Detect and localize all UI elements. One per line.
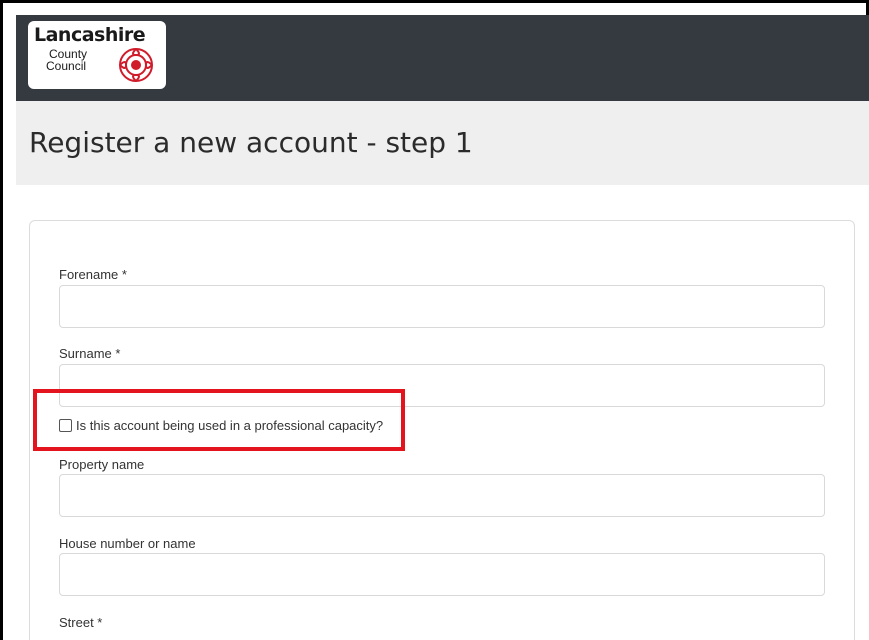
lancashire-logo[interactable]: Lancashire County Council	[28, 21, 166, 89]
logo-line-council: Council	[46, 59, 87, 73]
professional-capacity-row[interactable]: Is this account being used in a professi…	[59, 417, 383, 433]
page: Lancashire County Council Register a new…	[16, 15, 869, 640]
forename-field[interactable]	[59, 285, 825, 328]
registration-form-card: Forename * Surname * Is this account bei…	[29, 220, 855, 640]
forename-label: Forename *	[59, 267, 127, 282]
page-title: Register a new account - step 1	[29, 126, 473, 159]
surname-label: Surname *	[59, 346, 121, 361]
property-name-label: Property name	[59, 457, 145, 472]
top-navbar: Lancashire County Council	[16, 15, 869, 101]
surname-field[interactable]	[59, 364, 825, 407]
property-name-field[interactable]	[59, 474, 825, 517]
professional-capacity-label[interactable]: Is this account being used in a professi…	[76, 418, 383, 433]
page-title-bar: Register a new account - step 1	[16, 101, 869, 185]
professional-capacity-checkbox[interactable]	[59, 418, 72, 432]
logo-title: Lancashire	[34, 24, 146, 46]
red-rose-icon	[119, 48, 153, 82]
house-number-field[interactable]	[59, 553, 825, 596]
house-number-label: House number or name	[59, 536, 196, 551]
street-label: Street *	[59, 615, 103, 630]
